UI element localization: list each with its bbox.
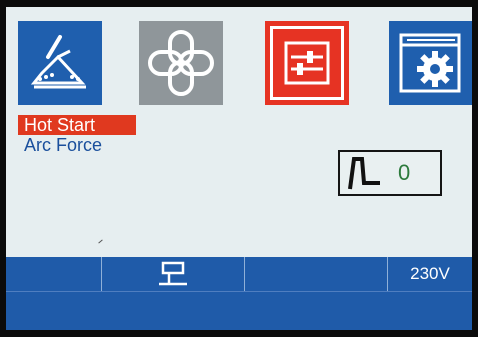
- menu-item-hot-start[interactable]: Hot Start: [18, 115, 136, 135]
- torch-holder-icon: [159, 261, 187, 286]
- window-gear-icon: [399, 33, 461, 93]
- status-cell-empty-1: [6, 257, 102, 291]
- tab-settings[interactable]: [389, 21, 472, 105]
- pulse-waveform-icon: [348, 157, 380, 190]
- link-cross-icon: [148, 30, 214, 96]
- tab-parameters-frame: [270, 26, 344, 100]
- tab-parameters[interactable]: [265, 21, 349, 105]
- parameter-value-panel: 0: [338, 150, 442, 196]
- tab-link[interactable]: [139, 21, 223, 105]
- display-screen: Hot Start Arc Force 0 230V: [6, 7, 472, 330]
- electrode-weld-icon: [30, 35, 86, 89]
- status-cell-empty-2: [245, 257, 388, 291]
- tab-weld-mode[interactable]: [18, 21, 102, 105]
- status-bar: 230V: [6, 257, 472, 291]
- parameter-value: 0: [398, 160, 411, 185]
- screen-scratch: [98, 239, 103, 244]
- status-cell-torch: [102, 257, 245, 291]
- sliders-icon: [284, 41, 330, 85]
- menu-item-arc-force[interactable]: Arc Force: [18, 135, 136, 155]
- bottom-bar: [6, 291, 472, 330]
- voltage-indicator: 230V: [410, 264, 450, 283]
- parameter-menu: Hot Start Arc Force: [18, 115, 136, 155]
